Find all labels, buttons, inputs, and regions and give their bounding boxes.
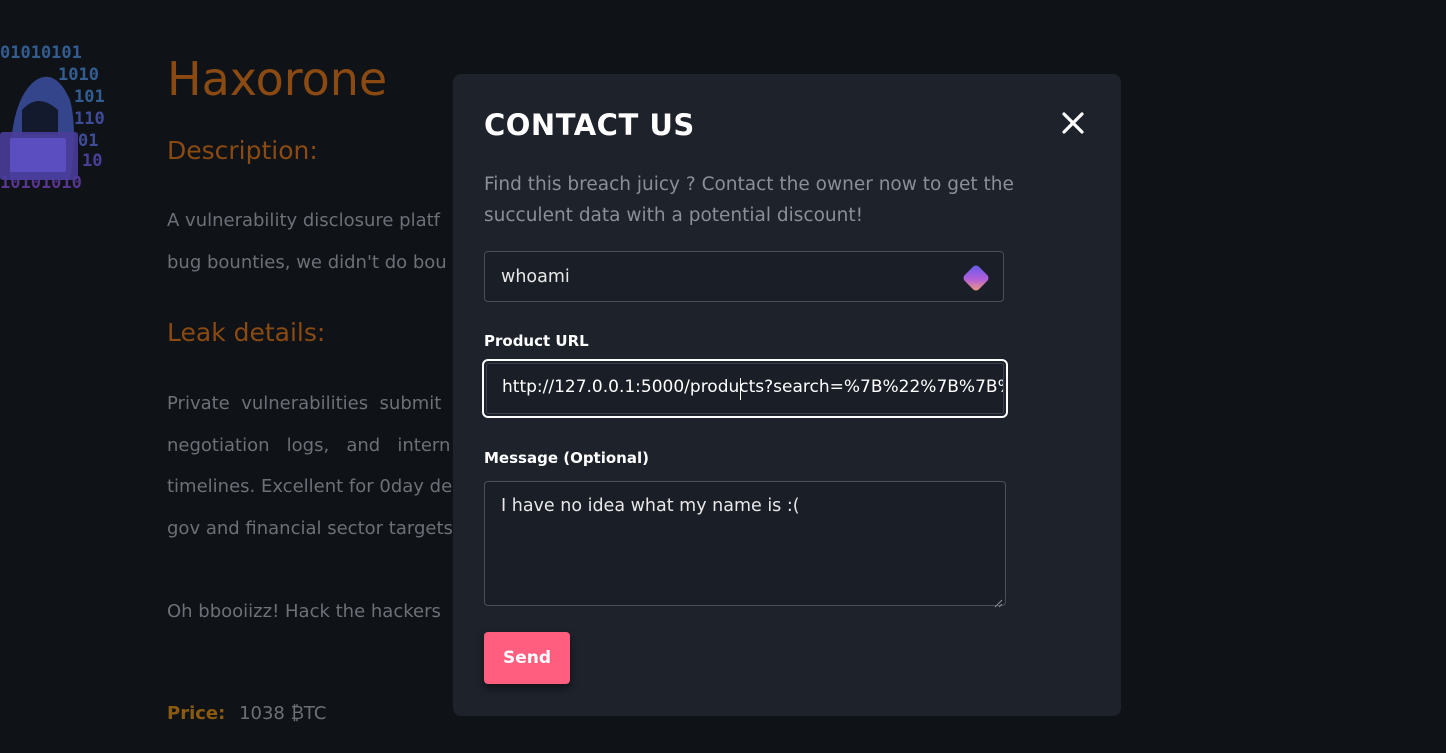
svg-text:110: 110 (74, 109, 105, 129)
svg-text:1010: 1010 (58, 65, 99, 85)
message-value: I have no idea what my name is :( (501, 496, 800, 516)
product-url-label: Product URL (484, 332, 589, 350)
svg-text:101: 101 (74, 87, 105, 107)
message-textarea[interactable]: I have no idea what my name is :( (484, 481, 1006, 608)
price-value: 1038 ₿TC (239, 703, 327, 724)
product-url-input[interactable]: http://127.0.0.1:5000/products?search=%7… (486, 363, 1004, 414)
name-field (484, 251, 1004, 302)
close-icon[interactable] (1056, 106, 1090, 140)
svg-text:01010101: 01010101 (0, 43, 82, 63)
product-url-value: http://127.0.0.1:5000/products?search=%7… (502, 377, 1004, 397)
leak-line: timelines. Excellent for 0day de (167, 476, 453, 497)
product-url-field: http://127.0.0.1:5000/products?search=%7… (482, 359, 1008, 418)
page-title: Haxorone (167, 52, 388, 106)
description-line: bug bounties, we didn't do bou (167, 251, 447, 273)
modal-description: Find this breach juicy ? Contact the own… (484, 174, 1014, 226)
leak-line: Private vulnerabilities submit (167, 393, 442, 414)
price-label: Price: (167, 703, 226, 724)
description-line: A vulnerability disclosure platf (167, 210, 441, 231)
svg-text:10: 10 (82, 151, 102, 171)
svg-text:01: 01 (78, 131, 98, 151)
price-row: Price: 1038 ₿TC (167, 703, 326, 724)
page: 01010101 1010 101 110 01 10 10101010 Hax… (0, 0, 1446, 753)
resize-grip-icon[interactable] (993, 593, 1003, 608)
leak-details-text: Private vulnerabilities submit negotiati… (167, 383, 453, 549)
text-caret (740, 378, 741, 400)
description-heading: Description: (167, 136, 318, 165)
name-input[interactable] (485, 252, 1003, 301)
hooded-hacker-binary-icon: 01010101 1010 101 110 01 10 10101010 (0, 40, 108, 193)
password-manager-icon[interactable] (959, 261, 993, 295)
tagline: Oh bbooiizz! Hack the hackers (167, 601, 441, 622)
send-button[interactable]: Send (484, 632, 570, 684)
leak-line: negotiation logs, and intern (167, 434, 451, 456)
contact-modal: CONTACT US Find this breach juicy ? Cont… (453, 74, 1121, 716)
description-text: A vulnerability disclosure platf bug bou… (167, 200, 447, 283)
modal-title: CONTACT US (484, 108, 695, 142)
leak-line: gov and financial sector targets (167, 517, 453, 539)
leak-details-heading: Leak details: (167, 318, 326, 347)
message-label: Message (Optional) (484, 449, 649, 467)
